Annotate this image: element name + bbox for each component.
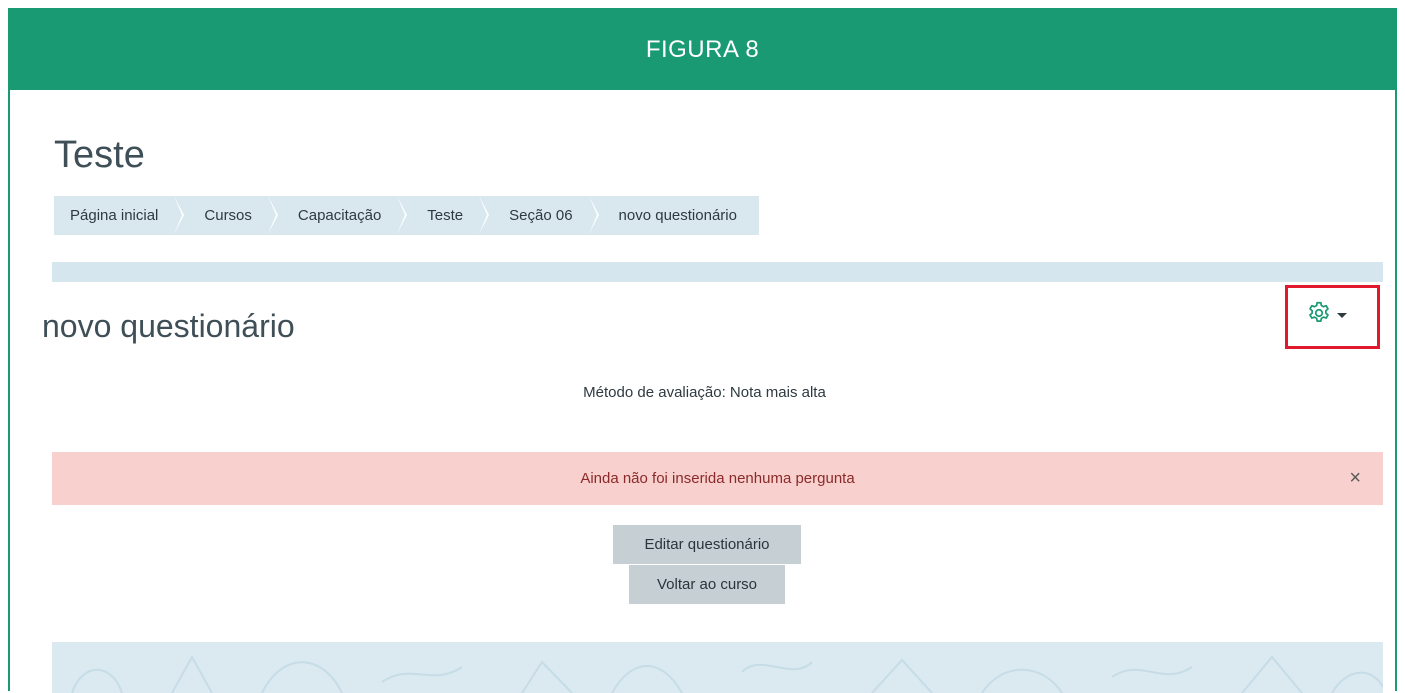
gear-icon: [1306, 300, 1332, 331]
course-title: Teste: [54, 134, 145, 176]
breadcrumb-item-category[interactable]: Capacitação: [267, 196, 408, 235]
breadcrumb-item-home[interactable]: Página inicial: [54, 196, 185, 235]
quiz-title: novo questionário: [42, 308, 295, 344]
back-to-course-button[interactable]: Voltar ao curso: [629, 565, 785, 604]
alert-message: Ainda não foi inserida nenhuma pergunta: [580, 470, 855, 487]
footer-pattern-graphic: [71, 654, 1383, 693]
figure-label: FIGURA 8: [645, 36, 760, 63]
figure-header: FIGURA 8: [10, 10, 1395, 90]
breadcrumb-item-section[interactable]: Seção 06: [479, 196, 599, 235]
no-questions-alert: Ainda não foi inserida nenhuma pergunta …: [52, 452, 1383, 505]
edit-quiz-button[interactable]: Editar questionário: [613, 525, 801, 564]
breadcrumb-item-quiz[interactable]: novo questionário: [588, 196, 759, 235]
footer-pattern: [52, 642, 1383, 693]
breadcrumb-item-course[interactable]: Teste: [397, 196, 489, 235]
breadcrumb: Página inicial Cursos Capacitação Teste …: [54, 196, 759, 235]
figure-frame: FIGURA 8 Teste Página inicial Cursos Cap…: [8, 8, 1397, 693]
settings-menu-button[interactable]: [1306, 300, 1372, 330]
page-header-band: [52, 262, 1383, 282]
grading-method: Método de avaliação: Nota mais alta: [583, 384, 826, 401]
breadcrumb-item-courses[interactable]: Cursos: [174, 196, 278, 235]
caret-down-icon: [1337, 312, 1347, 318]
close-icon[interactable]: ×: [1349, 466, 1361, 490]
